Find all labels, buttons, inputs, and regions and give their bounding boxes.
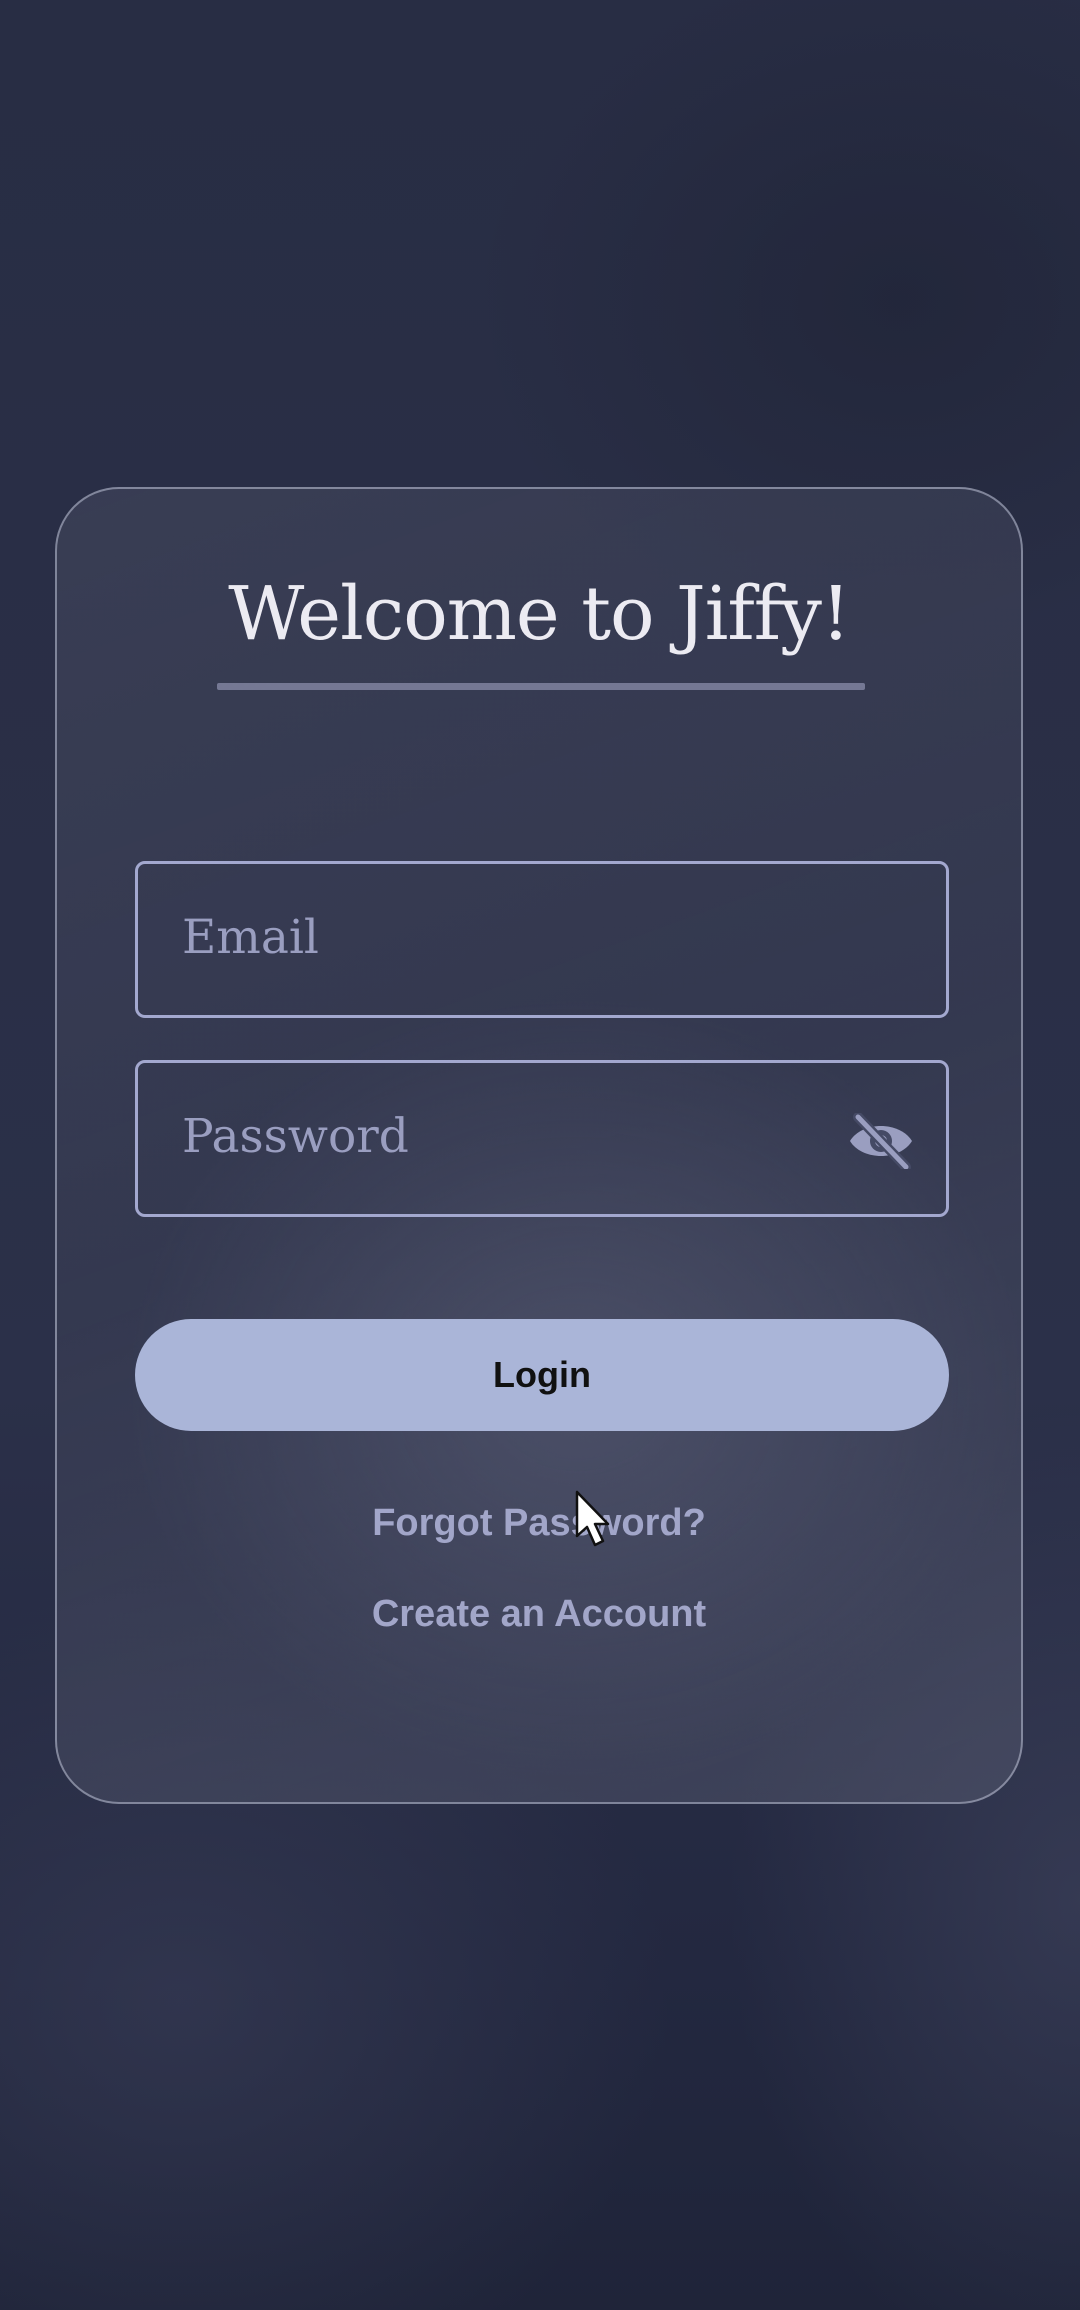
email-placeholder: Email: [182, 910, 319, 965]
login-button[interactable]: Login: [135, 1319, 949, 1431]
title-divider: [217, 683, 865, 690]
password-field[interactable]: Password: [135, 1060, 949, 1217]
mouse-cursor-icon: [575, 1490, 610, 1547]
create-account-link[interactable]: Create an Account: [57, 1593, 1021, 1636]
login-card: Welcome to Jiffy! Email Password Login F…: [55, 487, 1023, 1804]
password-placeholder: Password: [182, 1109, 409, 1164]
page-title: Welcome to Jiffy!: [228, 571, 850, 657]
email-field[interactable]: Email: [135, 861, 949, 1018]
eye-off-icon[interactable]: [848, 1112, 914, 1172]
forgot-password-link[interactable]: Forgot Password?: [57, 1502, 1021, 1545]
